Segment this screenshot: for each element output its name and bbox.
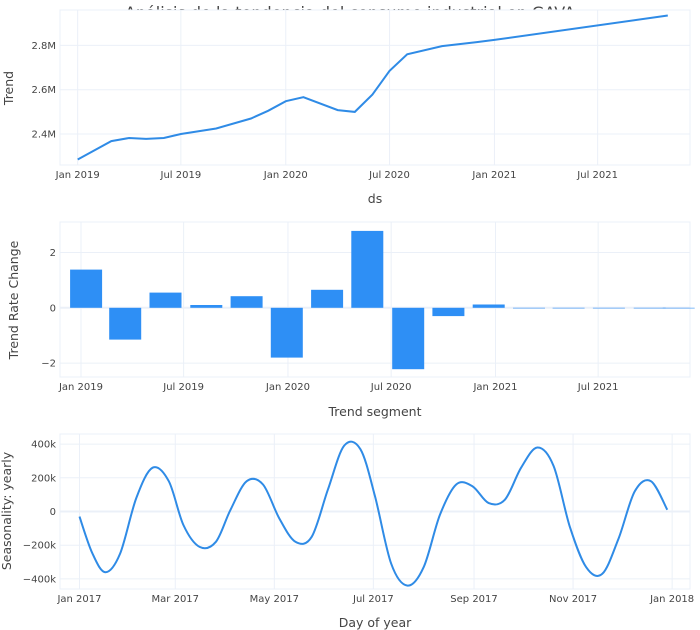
x-tick-label: Sep 2017 — [450, 594, 497, 605]
trend-x-ticks: Jan 2019 Jul 2019 Jan 2020 Jul 2020 Jan 2021… — [55, 170, 618, 181]
rate-change-y-ticks: −2 0 2 — [41, 248, 56, 370]
bar — [662, 307, 695, 309]
x-tick-label: Jul 2021 — [577, 382, 619, 393]
bar — [513, 307, 545, 309]
y-tick-label: −400k — [23, 574, 56, 585]
x-tick-label: Jul 2020 — [370, 382, 412, 393]
bar — [109, 307, 142, 340]
bar — [230, 296, 263, 308]
rate-change-panel: −202 Jan 2019 Jul 2019 Jan 2020 Jul 2020 Jan… — [6, 221, 695, 419]
y-tick-label: 200k — [31, 473, 56, 484]
bar — [351, 230, 384, 308]
x-tick-label: Jan 2019 — [58, 382, 103, 393]
seasonality-x-ticks: Jan 2017 Mar 2017 May 2017 Jul 2017 Sep 2017… — [56, 594, 694, 605]
bar — [552, 307, 585, 309]
seasonality-y-ticks: −400k −200k 0 200k 400k — [23, 440, 56, 586]
x-tick-label: May 2017 — [250, 594, 299, 605]
y-tick-label: 2.8M — [31, 41, 56, 52]
x-tick-label: Jan 2020 — [263, 170, 308, 181]
seasonality-y-axis-title: Seasonality: yearly — [0, 451, 14, 570]
x-tick-label: Mar 2017 — [152, 594, 200, 605]
y-tick-label: 2 — [50, 248, 56, 259]
bar — [270, 307, 303, 358]
x-tick-label: Jul 2017 — [352, 594, 394, 605]
rate-change-x-axis-title: Trend segment — [327, 404, 421, 419]
trend-panel: 2.4M 2.6M 2.8M Jan 2019 Jul 2019 Jan 2020 Jul… — [1, 9, 691, 206]
rate-change-x-ticks: Jan 2019 Jul 2019 Jan 2020 Jul 2020 Jan 2021… — [58, 382, 619, 393]
x-tick-label: Jan 2019 — [55, 170, 100, 181]
seasonality-panel: −400k −200k 0 200k 400k Jan 2017 Mar 2017 May … — [0, 433, 694, 630]
trend-y-axis-title: Trend — [1, 71, 16, 106]
figure: Análisis de la tendencia del consumo ind… — [0, 3, 695, 630]
x-tick-label: Jan 2021 — [471, 170, 516, 181]
y-tick-label: 2.6M — [31, 85, 56, 96]
y-tick-label: 400k — [31, 440, 56, 451]
y-tick-label: 0 — [50, 303, 56, 314]
x-tick-label: Jul 2019 — [160, 170, 202, 181]
bar — [190, 305, 223, 308]
x-tick-label: Jan 2020 — [265, 382, 310, 393]
bar — [592, 307, 625, 309]
bar — [311, 289, 344, 308]
x-tick-label: Jan 2021 — [472, 382, 517, 393]
trend-y-ticks: 2.4M 2.6M 2.8M — [31, 41, 56, 141]
rate-change-y-axis-title: Trend Rate Change — [6, 240, 21, 360]
y-tick-label: −200k — [23, 541, 56, 552]
bar — [70, 269, 103, 308]
bar — [432, 307, 465, 317]
y-tick-label: −2 — [41, 359, 56, 370]
x-tick-label: Jul 2019 — [162, 382, 204, 393]
bar — [472, 304, 505, 308]
bar — [149, 292, 182, 308]
x-tick-label: Jul 2021 — [576, 170, 618, 181]
y-tick-label: 2.4M — [31, 130, 56, 141]
bar — [392, 307, 425, 370]
y-tick-label: 0 — [50, 507, 56, 518]
trend-x-axis-title: ds — [368, 191, 382, 206]
x-tick-label: Jul 2020 — [368, 170, 410, 181]
x-tick-label: Jan 2017 — [56, 594, 101, 605]
x-tick-label: Nov 2017 — [549, 594, 597, 605]
bar — [633, 307, 666, 309]
seasonality-x-axis-title: Day of year — [339, 615, 412, 630]
x-tick-label: Jan 2018 — [649, 594, 694, 605]
